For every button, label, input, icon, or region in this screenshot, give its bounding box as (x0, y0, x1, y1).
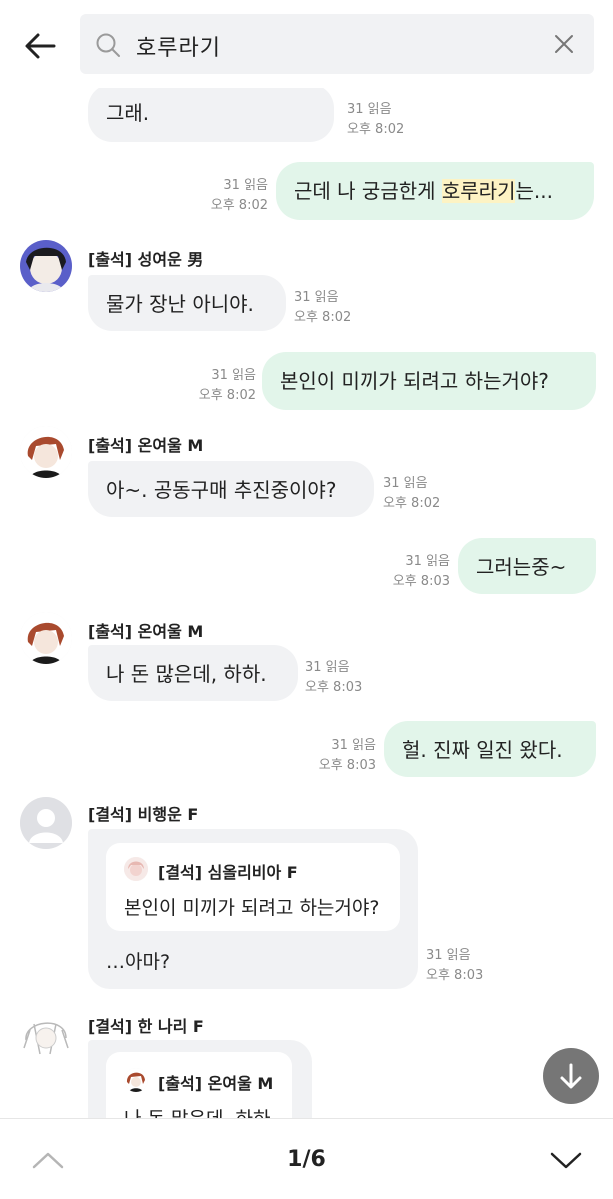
quoted-avatar (124, 1068, 148, 1092)
quoted-sender-name: [출석] 온여울 M (158, 1074, 274, 1093)
message-text: 본인이 미끼가 되려고 하는거야? (280, 369, 549, 393)
reply-message-bubble[interactable]: [결석] 심올리비아 F 본인이 미끼가 되려고 하는거야? …아마? (88, 829, 418, 989)
message-text: 헐. 진짜 일진 왔다. (402, 738, 563, 762)
sender-name: [출석] 성여운 男 (88, 250, 204, 269)
avatar[interactable] (20, 240, 72, 292)
message-text: …아마? (106, 951, 171, 973)
message-bubble[interactable]: 근데 나 궁금한게 호루라기는... (276, 162, 594, 220)
message-text: 물가 장난 아니야. (106, 292, 254, 316)
read-count: 31 읽음 (426, 948, 471, 963)
quoted-message[interactable]: [결석] 심올리비아 F 본인이 미끼가 되려고 하는거야? (106, 843, 400, 931)
message-meta: 31 읽음 오후 8:03 (372, 552, 450, 592)
message-time: 오후 8:03 (305, 680, 363, 695)
avatar-image (124, 857, 148, 881)
read-count: 31 읽음 (305, 660, 350, 675)
avatar[interactable] (20, 797, 72, 849)
message-text: 그러는중~ (476, 555, 567, 579)
message-text: 그래. (106, 101, 150, 125)
search-result-navigation: 1/6 (0, 1118, 613, 1199)
scroll-to-bottom-button[interactable] (543, 1048, 599, 1104)
read-count: 31 읽음 (331, 738, 376, 753)
message-meta: 31 읽음 오후 8:03 (305, 658, 362, 698)
message-time: 오후 8:03 (318, 758, 376, 773)
message-time: 오후 8:03 (392, 574, 450, 589)
avatar[interactable] (20, 612, 72, 664)
next-result-button[interactable] (548, 1145, 584, 1175)
read-count: 31 읽음 (211, 368, 256, 383)
message-text: 나 돈 많은데, 하하. (106, 662, 267, 686)
read-count: 31 읽음 (347, 102, 392, 117)
message-meta: 31 읽음 오후 8:02 (294, 288, 351, 328)
search-query[interactable]: 호루라기 (136, 30, 221, 62)
message-meta: 31 읽음 오후 8:02 (347, 100, 404, 140)
sender-name: [출석] 온여울 M (88, 622, 204, 641)
avatar-image (20, 1010, 72, 1062)
message-text: 근데 나 궁금한게 (294, 179, 442, 203)
chat-message-list[interactable]: 그래. 31 읽음 오후 8:02 31 읽음 오후 8:02 근데 나 궁금한… (0, 88, 613, 1118)
message-time: 오후 8:02 (210, 198, 268, 213)
message-bubble[interactable]: 아~. 공동구매 추진중이야? (88, 461, 374, 517)
message-time: 오후 8:02 (294, 310, 352, 325)
message-text: 아~. 공동구매 추진중이야? (106, 478, 337, 502)
search-input[interactable]: 호루라기 (80, 14, 594, 74)
message-meta: 31 읽음 오후 8:02 (178, 366, 256, 406)
sender-name: [결석] 한 나리 F (88, 1017, 204, 1036)
reply-message-bubble[interactable]: [출석] 온여울 M 나 돈 많은데, 하하. (88, 1040, 312, 1118)
avatar-image (20, 426, 72, 478)
message-meta: 31 읽음 오후 8:03 (426, 946, 483, 986)
read-count: 31 읽음 (405, 554, 450, 569)
message-text-tail: 는... (515, 179, 553, 203)
quoted-avatar (124, 857, 148, 881)
avatar-image (20, 612, 72, 664)
read-count: 31 읽음 (294, 290, 339, 305)
search-icon (96, 33, 120, 57)
quoted-sender-name: [결석] 심올리비아 F (158, 863, 298, 882)
message-bubble[interactable]: 나 돈 많은데, 하하. (88, 645, 298, 701)
message-time: 오후 8:02 (347, 122, 405, 137)
read-count: 31 읽음 (223, 178, 268, 193)
avatar[interactable] (20, 426, 72, 478)
message-bubble[interactable]: 본인이 미끼가 되려고 하는거야? (262, 352, 596, 410)
sender-name: [출석] 온여울 M (88, 436, 204, 455)
read-count: 31 읽음 (383, 476, 428, 491)
result-counter: 1/6 (287, 1147, 326, 1172)
message-bubble[interactable]: 그러는중~ (458, 538, 596, 594)
message-bubble[interactable]: 헐. 진짜 일진 왔다. (384, 721, 596, 777)
quoted-text: 본인이 미끼가 되려고 하는거야? (124, 897, 380, 919)
search-header: 호루라기 (0, 0, 613, 88)
message-time: 오후 8:02 (383, 496, 441, 511)
message-meta: 31 읽음 오후 8:02 (383, 474, 440, 514)
message-meta: 31 읽음 오후 8:03 (298, 736, 376, 776)
message-meta: 31 읽음 오후 8:02 (190, 176, 268, 216)
quoted-message[interactable]: [출석] 온여울 M 나 돈 많은데, 하하. (106, 1052, 292, 1118)
clear-search-button[interactable] (550, 30, 578, 58)
search-highlight: 호루라기 (441, 179, 516, 203)
quoted-text: 나 돈 많은데, 하하. (124, 1104, 277, 1118)
message-time: 오후 8:02 (198, 388, 256, 403)
message-bubble[interactable]: 물가 장난 아니야. (88, 275, 286, 331)
close-icon (555, 35, 573, 53)
arrow-left-icon (25, 33, 56, 59)
message-time: 오후 8:03 (426, 968, 484, 983)
chevron-down-icon (550, 1152, 582, 1169)
sender-name: [결석] 비행운 F (88, 805, 199, 824)
default-avatar-icon (20, 797, 72, 849)
avatar-image (124, 1068, 148, 1092)
message-bubble[interactable]: 그래. (88, 88, 334, 142)
back-button[interactable] (18, 24, 62, 68)
arrow-down-icon (560, 1063, 582, 1089)
avatar[interactable] (20, 1010, 72, 1062)
avatar-image (20, 240, 72, 292)
